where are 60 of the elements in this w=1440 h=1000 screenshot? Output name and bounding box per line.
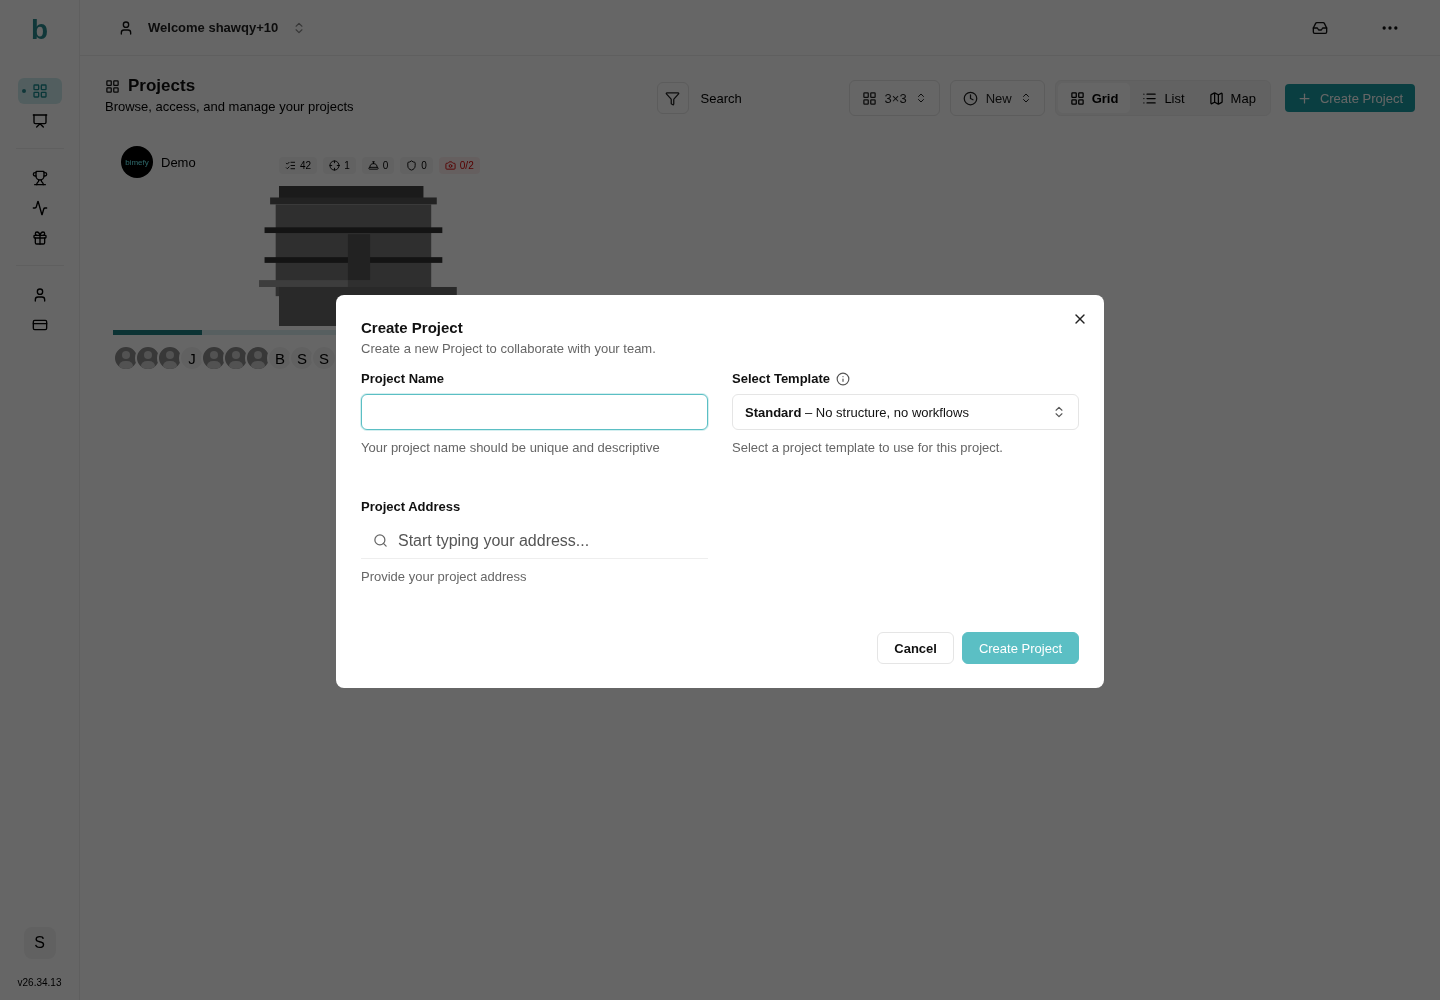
map-icon xyxy=(1208,90,1224,106)
stat-chip: 0 xyxy=(361,156,395,174)
view-tab[interactable]: List xyxy=(1130,83,1197,113)
user-icon xyxy=(118,19,134,36)
nav-item[interactable] xyxy=(17,78,62,104)
sort-select[interactable]: New xyxy=(949,80,1045,116)
dialog-title: Create Project xyxy=(361,319,464,336)
stat-chip: 0/2 xyxy=(438,156,480,174)
bell-icon xyxy=(367,159,379,171)
credit-card-icon xyxy=(31,317,48,333)
view-tab[interactable]: Map xyxy=(1196,83,1268,113)
cancel-button[interactable]: Cancel xyxy=(877,632,954,664)
clock-icon xyxy=(962,90,978,106)
help-text: Provide your project address xyxy=(361,569,528,584)
page-subtitle: Browse, access, and manage your projects xyxy=(105,99,354,114)
field-label: Project Name xyxy=(361,371,446,386)
page-title: Projects xyxy=(128,76,196,96)
info-icon xyxy=(836,371,851,386)
inbox-icon[interactable] xyxy=(1312,19,1328,36)
crosshair-icon xyxy=(329,159,341,171)
grid-icon xyxy=(31,83,48,99)
project-name-field[interactable] xyxy=(361,394,708,430)
create-project-button[interactable]: Create Project xyxy=(1284,84,1415,112)
filter-icon xyxy=(665,90,681,106)
help-text: Your project name should be unique and descriptive xyxy=(361,440,661,455)
project-name: Demo xyxy=(161,154,197,170)
submit-button[interactable]: Create Project xyxy=(961,632,1079,664)
presentation-icon xyxy=(31,113,48,129)
grid-icon xyxy=(105,78,120,94)
trophy-icon xyxy=(31,170,48,186)
view-tab[interactable]: Grid xyxy=(1057,83,1131,113)
stat-chip: 0 xyxy=(400,156,433,174)
list-icon xyxy=(1142,90,1158,106)
version-label: v26.34.13 xyxy=(17,977,62,988)
member-avatar: S xyxy=(311,345,337,371)
logo: b xyxy=(30,16,49,44)
grid-icon xyxy=(1069,90,1085,106)
dialog-subtitle: Create a new Project to collaborate with your team. xyxy=(361,341,657,356)
project-logo: bimefy xyxy=(121,146,153,178)
filter-button[interactable] xyxy=(656,82,689,114)
welcome-label: Welcome shawqy+10 xyxy=(148,20,279,35)
grid-icon xyxy=(861,90,877,106)
field-label: Select Template xyxy=(732,371,831,386)
camera-icon xyxy=(444,159,456,171)
help-text: Select a project template to use for this project. xyxy=(732,440,1004,455)
member-avatar: B xyxy=(267,345,293,371)
template-select[interactable]: Standard – No structure, no workflows xyxy=(732,394,1079,430)
plus-icon xyxy=(1296,90,1312,106)
stat-chip: 42 xyxy=(279,156,318,174)
grid-size-select[interactable]: 3×3 xyxy=(848,80,940,116)
member-avatar: J xyxy=(179,345,205,371)
stat-chip: 1 xyxy=(323,156,356,174)
user-avatar[interactable]: S xyxy=(23,927,56,959)
shield-icon xyxy=(406,159,418,171)
search-icon xyxy=(373,533,388,548)
activity-icon xyxy=(31,200,48,216)
field-label: Project Address xyxy=(361,499,462,514)
checklist-icon xyxy=(285,159,296,171)
member-avatar: S xyxy=(289,345,315,371)
gift-icon xyxy=(31,230,48,246)
